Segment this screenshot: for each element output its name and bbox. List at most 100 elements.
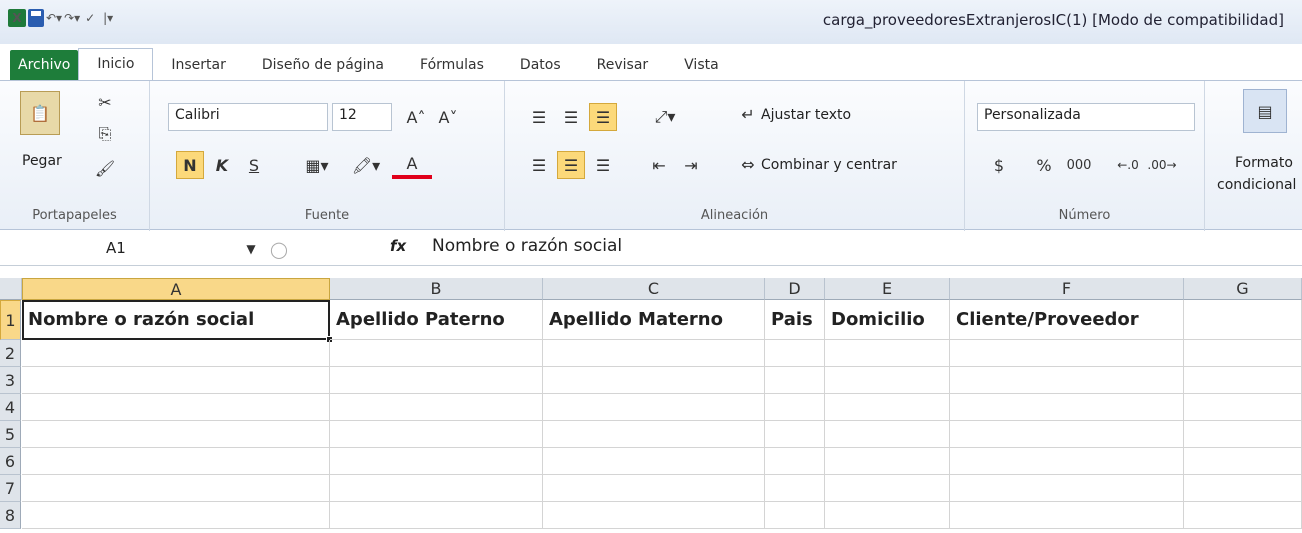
row-header-8[interactable]: 8 [0,502,21,529]
grid-cell[interactable] [330,448,543,475]
align-right-icon[interactable]: ☰ [589,151,617,179]
underline-button[interactable]: S [240,151,268,179]
percent-button[interactable]: % [1031,151,1057,179]
save-icon[interactable] [28,9,44,27]
cell-a1[interactable]: Nombre o razón social [22,300,330,340]
grid-cell[interactable] [22,421,330,448]
column-header-b[interactable]: B [330,278,543,300]
tab-vista[interactable]: Vista [666,50,737,80]
grid-cell[interactable] [330,367,543,394]
font-color-button[interactable]: A [392,151,432,179]
cell-c1[interactable]: Apellido Materno [543,300,765,340]
grid-cell[interactable] [22,502,330,529]
increase-decimal-icon[interactable]: ←.0 [1113,151,1143,179]
grid-cell[interactable] [22,394,330,421]
row-header-5[interactable]: 5 [0,421,21,448]
font-name-select[interactable]: Calibri [168,103,328,131]
shrink-font-icon[interactable]: A˅ [434,103,462,131]
cond-format-label[interactable]: Formato [1235,155,1293,171]
grid-cell[interactable] [1184,475,1302,502]
column-header-f[interactable]: F [950,278,1184,300]
tab-revisar[interactable]: Revisar [579,50,667,80]
formula-content[interactable]: Nombre o razón social [432,236,622,256]
fill-color-icon[interactable]: 🖍▾ [346,151,386,179]
grid-cell[interactable] [543,502,765,529]
grid-cell[interactable] [22,448,330,475]
grid-cell[interactable] [330,502,543,529]
cell-f1[interactable]: Cliente/Proveedor [950,300,1184,340]
increase-indent-icon[interactable]: ⇥ [677,151,705,179]
decrease-indent-icon[interactable]: ⇤ [645,151,673,179]
grid-cell[interactable] [1184,367,1302,394]
select-all-corner[interactable] [0,278,22,300]
grid-cell[interactable] [22,367,330,394]
insert-function-icon[interactable]: fx [390,237,406,255]
grid-cell[interactable] [765,502,825,529]
thousands-button[interactable]: 000 [1061,151,1097,179]
undo-icon[interactable]: ↶▾ [46,9,62,27]
grid-cell[interactable] [330,340,543,367]
align-left-icon[interactable]: ☰ [525,151,553,179]
tab-formulas[interactable]: Fórmulas [402,50,502,80]
grid-cell[interactable] [543,475,765,502]
grid-cell[interactable] [543,394,765,421]
name-box-dropdown-icon[interactable]: ▼ [240,238,262,260]
grid-cell[interactable] [543,367,765,394]
align-center-icon[interactable]: ☰ [557,151,585,179]
grid-cell[interactable] [825,502,950,529]
tab-archivo[interactable]: Archivo [10,50,79,80]
tab-inicio[interactable]: Inicio [78,48,154,80]
row-header-2[interactable]: 2 [0,340,21,367]
grid-cell[interactable] [950,394,1184,421]
tab-insertar[interactable]: Insertar [153,50,244,80]
orientation-icon[interactable]: ⤢▾ [645,103,685,131]
customize-qat-icon[interactable]: |▾ [100,9,116,27]
tab-diseno[interactable]: Diseño de página [244,50,402,80]
grid-cell[interactable] [825,340,950,367]
grid-cell[interactable] [825,394,950,421]
name-box[interactable]: A1 [6,237,270,261]
spellcheck-icon[interactable]: ✓ [82,9,98,27]
cell-b1[interactable]: Apellido Paterno [330,300,543,340]
tab-datos[interactable]: Datos [502,50,579,80]
italic-button[interactable]: K [208,151,236,179]
grid-cell[interactable] [765,367,825,394]
borders-icon[interactable]: ▦▾ [300,151,334,179]
grid-cell[interactable] [330,421,543,448]
wrap-text-label[interactable]: Ajustar texto [761,107,851,123]
grid-cell[interactable] [765,421,825,448]
grid-cell[interactable] [825,475,950,502]
grid-cell[interactable] [22,340,330,367]
cell-g1[interactable] [1184,300,1302,340]
grid-cell[interactable] [950,502,1184,529]
grid-cell[interactable] [950,340,1184,367]
cond-format-label2[interactable]: condicional [1217,177,1296,193]
row-header-4[interactable]: 4 [0,394,21,421]
column-header-d[interactable]: D [765,278,825,300]
row-header-7[interactable]: 7 [0,475,21,502]
grid-cell[interactable] [825,421,950,448]
cell-d1[interactable]: Pais [765,300,825,340]
grid-cell[interactable] [1184,448,1302,475]
copy-icon[interactable]: ⎘ [94,123,116,145]
cancel-entry-icon[interactable]: ◯ [268,238,290,260]
grid-cell[interactable] [543,448,765,475]
grid-cell[interactable] [825,367,950,394]
redo-icon[interactable]: ↷▾ [64,9,80,27]
row-header-3[interactable]: 3 [0,367,21,394]
format-painter-icon[interactable]: 🖌 [94,157,116,179]
grid-cell[interactable] [950,475,1184,502]
currency-button[interactable]: $ [979,151,1019,179]
grid-cell[interactable] [1184,502,1302,529]
row-header-6[interactable]: 6 [0,448,21,475]
grid-cell[interactable] [1184,340,1302,367]
grid-cell[interactable] [543,421,765,448]
column-header-c[interactable]: C [543,278,765,300]
grow-font-icon[interactable]: A˄ [402,103,430,131]
column-header-g[interactable]: G [1184,278,1302,300]
bold-button[interactable]: N [176,151,204,179]
grid-cell[interactable] [765,394,825,421]
grid-cell[interactable] [765,475,825,502]
align-top-icon[interactable]: ☰ [525,103,553,131]
paste-icon[interactable]: 📋 [20,91,60,135]
